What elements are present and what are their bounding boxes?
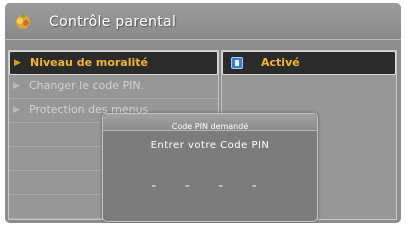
menu-item-niveau-de-moralite[interactable]: ▶ Niveau de moralité — [9, 51, 218, 75]
menu-item-label: Changer le code PIN. — [29, 79, 145, 92]
pin-dialog-header: Code PIN demandé — [103, 114, 317, 131]
title-bar: Contrôle parental — [5, 3, 401, 40]
menu-item-changer-code-pin[interactable]: ▶ Changer le code PIN. — [9, 75, 218, 99]
setting-value-label: Activé — [261, 56, 300, 69]
pin-prompt: Entrer votre Code PIN — [150, 140, 270, 151]
pin-dialog: Code PIN demandé Entrer votre Code PIN -… — [102, 113, 318, 222]
page-title: Contrôle parental — [49, 14, 177, 30]
parental-control-icon — [16, 13, 30, 29]
tv-screen: Contrôle parental ▶ Niveau de moralité ▶… — [5, 3, 401, 223]
chevron-right-icon: ▶ — [14, 58, 21, 68]
menu-item-label: Niveau de moralité — [30, 56, 148, 69]
info-icon — [231, 57, 243, 69]
pin-dialog-title: Code PIN demandé — [171, 122, 249, 131]
pin-input[interactable]: - - - - — [103, 178, 317, 194]
chevron-right-icon: ▶ — [13, 81, 20, 91]
chevron-right-icon: ▶ — [13, 105, 20, 115]
setting-value[interactable]: Activé — [222, 51, 396, 75]
